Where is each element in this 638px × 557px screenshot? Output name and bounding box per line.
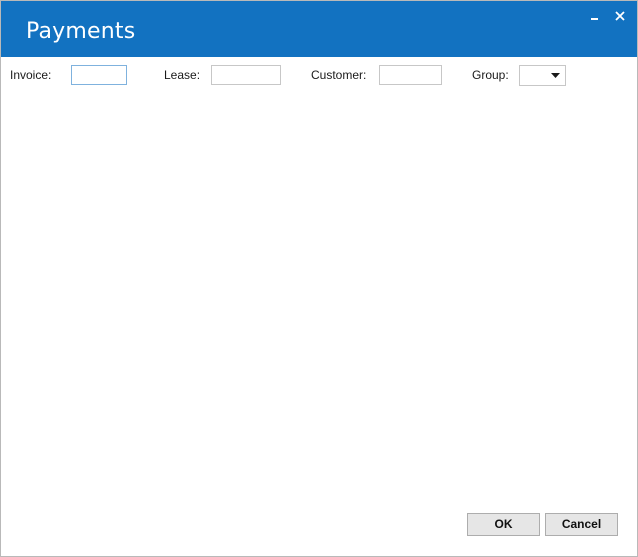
- customer-label: Customer:: [311, 68, 367, 82]
- group-label: Group:: [472, 68, 509, 82]
- lease-label: Lease:: [164, 68, 201, 82]
- title-bar[interactable]: Payments: [1, 1, 637, 57]
- invoice-input[interactable]: [71, 65, 127, 85]
- customer-input[interactable]: [379, 65, 442, 85]
- cancel-button[interactable]: Cancel: [545, 513, 618, 536]
- group-select[interactable]: [519, 65, 566, 86]
- window-title: Payments: [26, 19, 136, 44]
- lease-input[interactable]: [211, 65, 281, 85]
- group-select-arrow[interactable]: [551, 73, 560, 78]
- ok-button[interactable]: OK: [467, 513, 540, 536]
- payments-window: Payments Invoice: Lease: Customer: Group…: [0, 0, 638, 557]
- close-icon: [615, 11, 625, 21]
- invoice-label: Invoice:: [10, 68, 52, 82]
- minimize-icon: [591, 18, 598, 20]
- chevron-down-icon: [551, 73, 560, 78]
- close-button[interactable]: [611, 7, 629, 25]
- minimize-button[interactable]: [587, 7, 605, 25]
- results-area: [1, 93, 637, 501]
